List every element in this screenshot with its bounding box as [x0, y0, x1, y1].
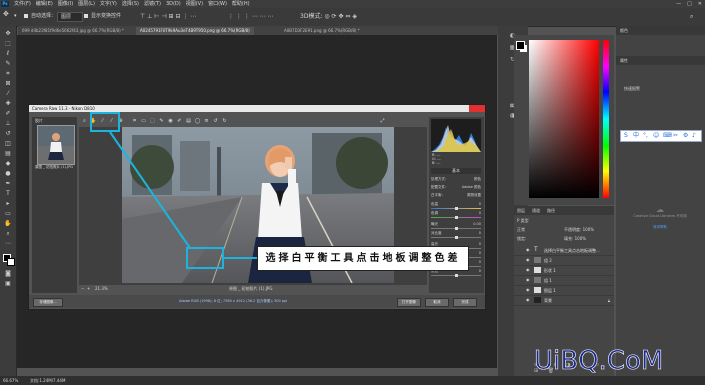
- watermark-text: UiBQ.CoM: [534, 346, 663, 376]
- visibility-eye-icon[interactable]: ◉: [526, 258, 531, 262]
- panel-header-properties[interactable]: 属性: [616, 56, 705, 65]
- layer-name: 形状 1: [544, 268, 556, 273]
- ime-skin-icon[interactable]: ♪: [692, 132, 696, 140]
- cc-libraries-message: Creative Cloud Libraries 不可用: [633, 214, 687, 218]
- ime-tool-icon[interactable]: ✂: [673, 132, 678, 140]
- layer-row[interactable]: ◉ T 选择白平衡工具点击地板调整...: [514, 246, 614, 256]
- tab-channels[interactable]: 通道: [532, 206, 540, 215]
- tab-layers[interactable]: 图层: [517, 206, 525, 215]
- layer-thumbnail: [534, 267, 541, 273]
- blend-mode-dropdown[interactable]: 正常: [517, 227, 525, 233]
- layer-thumbnail: [534, 287, 541, 293]
- cc-icon: ☁: [656, 205, 664, 214]
- layer-row[interactable]: ◉ 形状 1: [514, 266, 614, 276]
- hue-slider[interactable]: [603, 40, 609, 198]
- watermark-logo: UiBQ.CoM: [534, 346, 664, 377]
- foreground-swatch[interactable]: [516, 41, 525, 50]
- opacity-field[interactable]: 不透明度: 100%: [564, 227, 594, 233]
- ime-toolbar: S 中 °, ☺ ⌨ ✂ ⚙ ♪: [620, 130, 702, 142]
- ime-punct-icon[interactable]: °,: [643, 132, 648, 140]
- visibility-eye-icon[interactable]: ◉: [526, 288, 531, 292]
- layer-row[interactable]: ◉ 组 1: [514, 276, 614, 286]
- ime-mode-label[interactable]: 中: [633, 132, 639, 140]
- layer-thumbnail: [534, 297, 541, 303]
- saturation-brightness-field[interactable]: [529, 40, 599, 198]
- layer-row[interactable]: ◉ 组 2: [514, 256, 614, 266]
- fill-field[interactable]: 填充: 100%: [564, 236, 586, 242]
- text-layer-icon: T: [534, 246, 538, 253]
- layer-row[interactable]: ◉ 图层 1: [514, 286, 614, 296]
- lock-icon: 🔒︎: [607, 298, 610, 303]
- ime-s-icon[interactable]: S: [624, 132, 628, 140]
- layer-name: 图层 1: [544, 288, 556, 293]
- uibq-watermark: UiBQ.CoM: [530, 339, 705, 379]
- panel-header-color[interactable]: 颜色: [616, 26, 705, 35]
- layer-name: 组 2: [544, 258, 552, 263]
- visibility-eye-icon[interactable]: ◉: [526, 278, 531, 282]
- cc-libraries-panel: ☁ Creative Cloud Libraries 不可用 请求帮助: [630, 205, 690, 245]
- layer-kind-filter[interactable]: P 类型: [517, 218, 529, 224]
- visibility-eye-icon[interactable]: ◉: [526, 248, 531, 252]
- ime-settings-icon[interactable]: ⚙: [683, 132, 688, 140]
- layers-tabs: 图层 通道 路径: [514, 206, 614, 215]
- tutorial-callout-label: 选择白平衡工具点击地板调整色差: [257, 246, 469, 271]
- quick-alert-label: 快速报警: [624, 86, 640, 91]
- zoom-readout[interactable]: 66.67%: [3, 376, 18, 385]
- lock-label: 锁定:: [517, 236, 527, 241]
- visibility-eye-icon[interactable]: ◉: [526, 268, 531, 272]
- document-size: 文档:1.24M/7.44M: [30, 378, 66, 383]
- layer-row[interactable]: ◉ 背景 🔒︎: [514, 296, 614, 306]
- layer-name: 选择白平衡工具点击地板调整...: [544, 248, 600, 253]
- layer-name: 背景: [544, 298, 552, 303]
- tab-paths[interactable]: 路径: [547, 206, 555, 215]
- layer-name: 组 1: [544, 278, 552, 283]
- ime-keyboard-icon[interactable]: ⌨: [663, 132, 672, 140]
- folder-icon: [534, 257, 541, 263]
- folder-icon: [534, 277, 541, 283]
- visibility-eye-icon[interactable]: ◉: [526, 298, 531, 302]
- ime-emoji-icon[interactable]: ☺: [653, 132, 659, 140]
- cc-help-link[interactable]: 请求帮助: [630, 225, 690, 230]
- secondary-panel: 颜色 属性 快速报警: [616, 26, 705, 376]
